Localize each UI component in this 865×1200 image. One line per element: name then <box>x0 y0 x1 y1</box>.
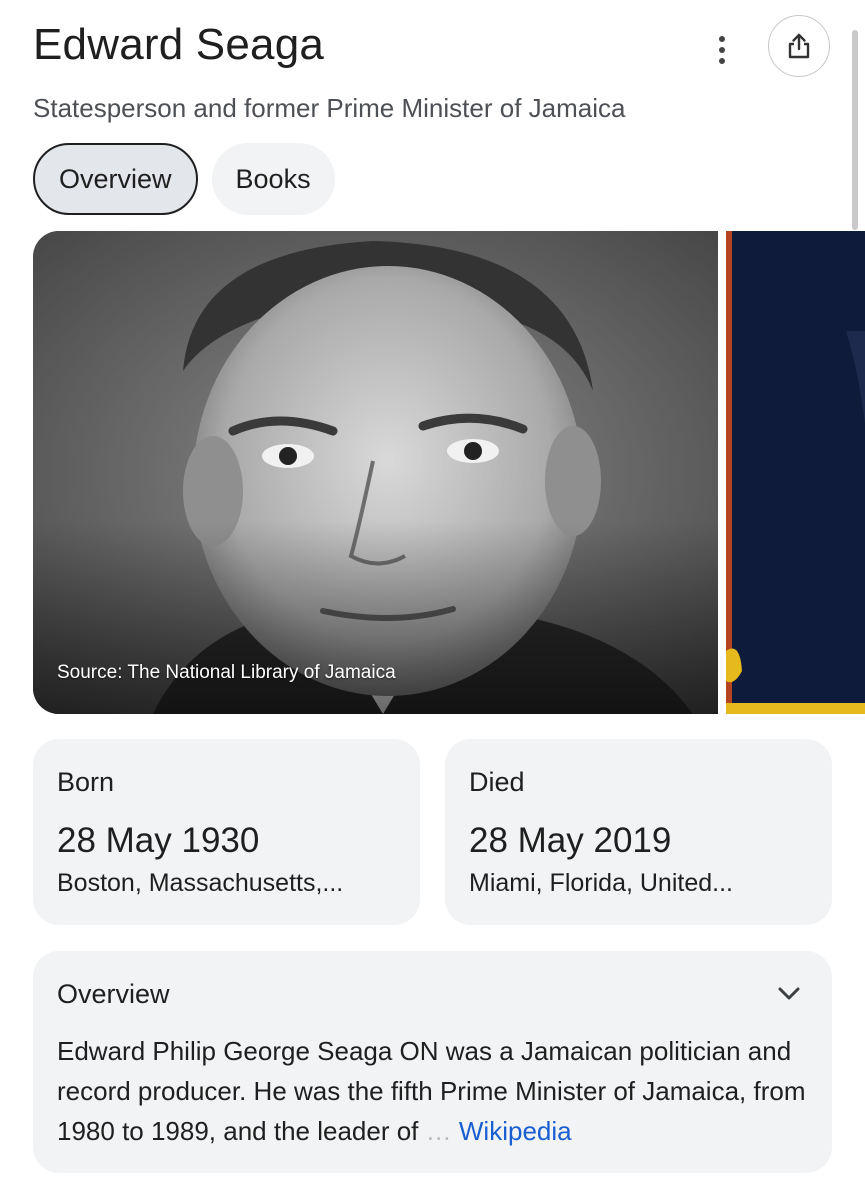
overview-ellipsis: … <box>425 1116 452 1146</box>
born-date: 28 May 1930 <box>57 821 260 860</box>
overview-title: Overview <box>57 979 170 1009</box>
born-place: Boston, Massachusetts,... <box>57 869 344 897</box>
portrait-image[interactable]: Source: The National Library of Jamaica <box>33 231 718 714</box>
born-label: Born <box>57 767 115 797</box>
overview-card[interactable]: Overview Edward Philip George Seaga ON w… <box>33 951 832 1173</box>
share-icon <box>788 33 810 59</box>
image-source-caption: Source: The National Library of Jamaica <box>57 662 396 683</box>
more-vert-icon <box>719 36 725 42</box>
tab-bar: Overview Books <box>33 143 335 215</box>
portrait-photo <box>33 231 718 714</box>
died-label: Died <box>469 767 525 797</box>
wikipedia-link[interactable]: Wikipedia <box>459 1116 572 1146</box>
tab-books[interactable]: Books <box>211 143 335 215</box>
born-card[interactable]: Born 28 May 1930 Boston, Massachusetts,.… <box>33 739 420 925</box>
share-button[interactable] <box>768 15 830 77</box>
tab-overview[interactable]: Overview <box>33 143 198 215</box>
chevron-down-icon[interactable] <box>775 979 803 1007</box>
second-portrait-image[interactable] <box>726 231 865 714</box>
died-date: 28 May 2019 <box>469 821 672 860</box>
entity-title: Edward Seaga <box>33 20 325 69</box>
died-place: Miami, Florida, United... <box>469 869 733 897</box>
page-scrollbar[interactable] <box>852 30 858 230</box>
more-options-button[interactable] <box>704 28 740 72</box>
died-card[interactable]: Died 28 May 2019 Miami, Florida, United.… <box>445 739 832 925</box>
portrait-photo-2 <box>726 231 865 714</box>
entity-subtitle: Statesperson and former Prime Minister o… <box>33 93 626 123</box>
overview-text-block: Edward Philip George Seaga ON was a Jama… <box>57 1031 817 1151</box>
